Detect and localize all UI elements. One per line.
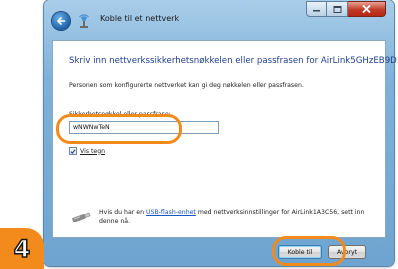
step-number: 4 <box>13 234 31 263</box>
security-key-label-text: Sikkerhetsnøkkel eller passfrase: <box>69 111 171 118</box>
cancel-button[interactable]: Avbryt <box>328 245 366 259</box>
dialog-content: Skriv inn nettverkssikkerhetsnøkkelen el… <box>52 40 398 238</box>
usb-hint-text: Hvis du har en USB-flash-enhet med nettv… <box>99 208 374 226</box>
security-key-label: Sikkerhetsnøkkel eller passfrase: <box>69 111 171 118</box>
show-characters-label: Vis tegn <box>80 147 106 155</box>
checkbox-box[interactable] <box>69 147 77 155</box>
connect-button[interactable]: Koble til <box>278 245 322 259</box>
usb-text-before: Hvis du har en <box>99 209 146 216</box>
step-badge: 4 <box>0 228 44 269</box>
dialog-heading: Skriv inn nettverkssikkerhetsnøkkelen el… <box>69 56 398 66</box>
usb-flash-drive-icon <box>72 212 91 222</box>
window-title: Koble til et nettverk <box>100 14 180 23</box>
window-header: Koble til et nettverk <box>44 0 394 40</box>
show-characters-checkbox[interactable]: Vis tegn <box>69 147 105 155</box>
connect-network-window: Koble til et nettverk Skriv inn nettverk… <box>44 0 398 266</box>
checkmark-icon <box>70 148 76 154</box>
back-arrow-icon <box>57 17 66 25</box>
dialog-description: Personen som konfigurerte nettverket kan… <box>69 82 304 89</box>
usb-flash-link[interactable]: USB-flash-enhet <box>146 209 196 216</box>
back-button[interactable] <box>52 12 70 30</box>
page: Koble til et nettverk Skriv inn nettverk… <box>0 0 398 269</box>
network-icon <box>79 14 89 28</box>
security-key-input[interactable] <box>69 121 219 134</box>
